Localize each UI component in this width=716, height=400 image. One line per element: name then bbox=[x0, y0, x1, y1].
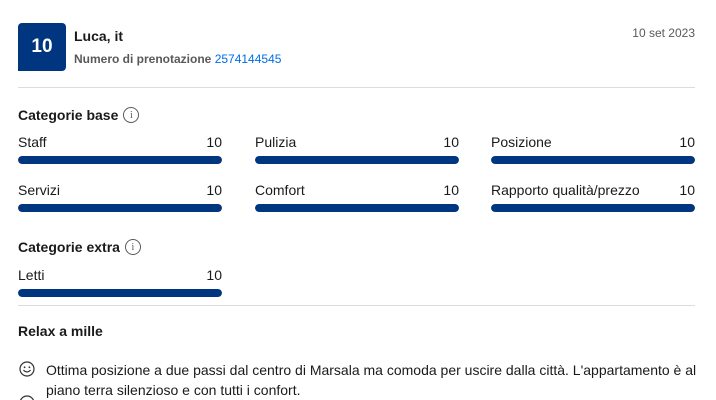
extra-categories-title: Categorie extra i bbox=[18, 239, 141, 255]
review-score-badge: 10 bbox=[18, 23, 66, 71]
category-bar bbox=[491, 204, 695, 212]
category-bar bbox=[18, 289, 222, 297]
base-categories-title: Categorie base i bbox=[18, 107, 140, 123]
base-categories-label: Categorie base bbox=[18, 107, 119, 123]
category-bar-fill bbox=[491, 156, 695, 164]
category-label: Rapporto qualità/prezzo bbox=[491, 182, 640, 198]
divider bbox=[18, 305, 695, 306]
category-bar bbox=[255, 204, 459, 212]
category-label: Pulizia bbox=[255, 134, 297, 150]
category-bar bbox=[18, 156, 222, 164]
category-bar bbox=[255, 156, 459, 164]
category-label: Servizi bbox=[18, 182, 61, 198]
category-bar-fill bbox=[491, 204, 695, 212]
booking-label: Numero di prenotazione bbox=[74, 52, 212, 66]
category-label: Posizione bbox=[491, 134, 552, 150]
category-label: Staff bbox=[18, 134, 47, 150]
category-letti: Letti 10 bbox=[18, 267, 222, 297]
info-icon[interactable]: i bbox=[124, 239, 141, 255]
category-posizione: Posizione 10 bbox=[491, 134, 695, 164]
category-comfort: Comfort 10 bbox=[255, 182, 459, 212]
category-bar-fill bbox=[255, 204, 459, 212]
category-bar-fill bbox=[18, 289, 222, 297]
review-title: Relax a mille bbox=[18, 323, 103, 339]
sad-icon bbox=[20, 395, 34, 400]
category-score: 10 bbox=[679, 134, 695, 150]
category-label: Letti bbox=[18, 267, 45, 283]
divider bbox=[18, 87, 695, 88]
review-positive-text: Ottima posizione a due passi dal centro … bbox=[46, 362, 697, 398]
category-servizi: Servizi 10 bbox=[18, 182, 222, 212]
category-score: 10 bbox=[443, 134, 459, 150]
category-staff: Staff 10 bbox=[18, 134, 222, 164]
booking-info: Numero di prenotazione 2574144545 bbox=[74, 52, 281, 66]
category-bar-fill bbox=[18, 156, 222, 164]
booking-number-link[interactable]: 2574144545 bbox=[215, 52, 282, 66]
review-card: 10 Luca, it Numero di prenotazione 25741… bbox=[0, 0, 716, 400]
category-score: 10 bbox=[443, 182, 459, 198]
category-rapporto-qualita-prezzo: Rapporto qualità/prezzo 10 bbox=[491, 182, 695, 212]
category-bar bbox=[491, 156, 695, 164]
extra-categories-label: Categorie extra bbox=[18, 239, 120, 255]
info-icon[interactable]: i bbox=[123, 107, 140, 123]
category-score: 10 bbox=[206, 182, 222, 198]
category-bar-fill bbox=[255, 156, 459, 164]
category-score: 10 bbox=[206, 134, 222, 150]
review-date: 10 set 2023 bbox=[632, 26, 695, 40]
category-score: 10 bbox=[679, 182, 695, 198]
reviewer-name: Luca, it bbox=[74, 28, 124, 44]
category-bar bbox=[18, 204, 222, 212]
category-pulizia: Pulizia 10 bbox=[255, 134, 459, 164]
smile-icon bbox=[19, 361, 35, 377]
category-bar-fill bbox=[18, 204, 222, 212]
category-score: 10 bbox=[206, 267, 222, 283]
category-label: Comfort bbox=[255, 182, 305, 198]
